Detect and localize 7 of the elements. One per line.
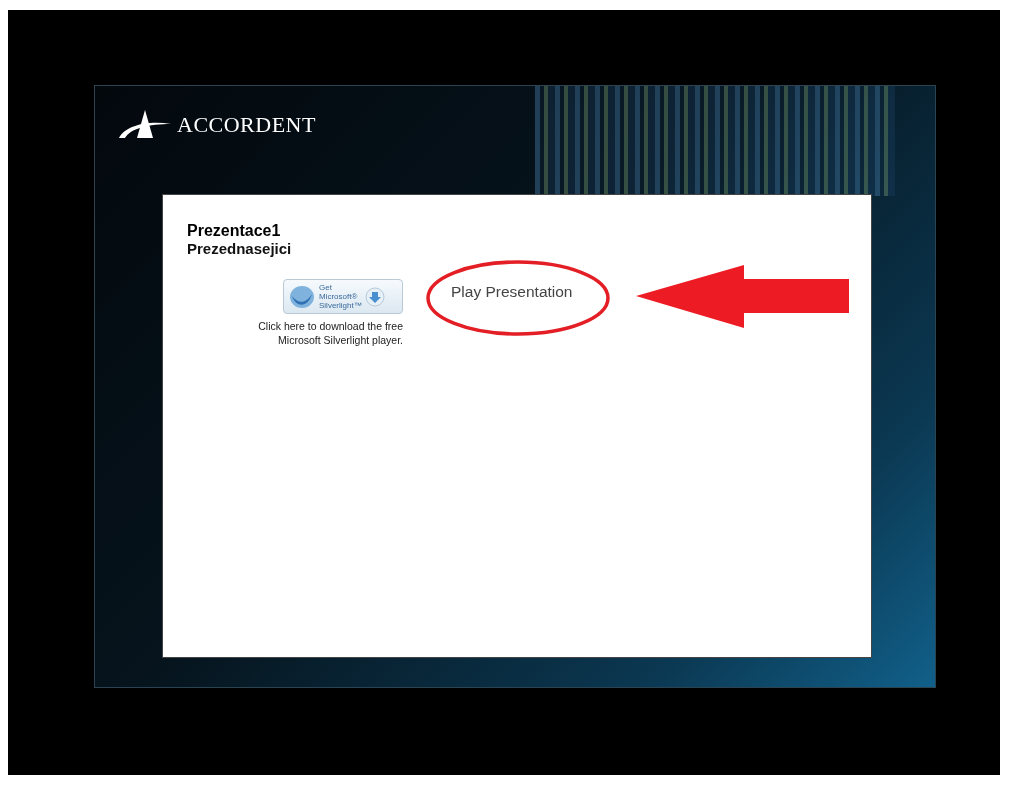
play-presentation-link[interactable]: Play Presentation: [451, 283, 573, 301]
get-silverlight-button[interactable]: Get Microsoft® Silverlight™: [283, 279, 403, 314]
presenters-label: Prezednasejici: [187, 240, 293, 258]
silverlight-logo-icon: [288, 283, 316, 310]
presentation-title: Prezentace1: [187, 221, 282, 240]
brand-name: ACCORDENT: [177, 112, 316, 138]
download-note: Click here to download the free Microsoft Silverlight player.: [257, 319, 403, 347]
